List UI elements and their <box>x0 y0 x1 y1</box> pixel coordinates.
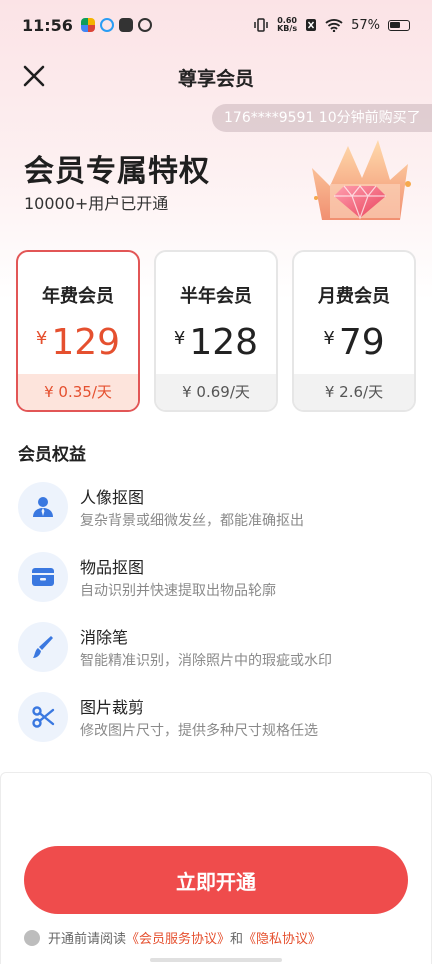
status-app-icons <box>80 18 152 32</box>
benefit-item-eraser: 消除笔 智能精准识别，消除照片中的瑕疵或水印 <box>18 620 418 676</box>
currency-symbol: ¥ <box>323 328 335 349</box>
battery-icon <box>388 19 410 31</box>
price-value: 129 <box>51 322 121 363</box>
status-right: 0.60 KB/s 57% <box>253 17 410 33</box>
benefit-item-object: 物品抠图 自动识别并快速提取出物品轮廓 <box>18 550 418 606</box>
benefit-desc: 修改图片尺寸，提供多种尺寸规格任选 <box>80 723 318 739</box>
agreement-prefix: 开通前请阅读 <box>48 932 127 947</box>
nav-bar: 尊享会员 <box>0 52 432 98</box>
agreement-checkbox[interactable] <box>24 929 40 946</box>
person-icon <box>18 482 68 532</box>
plan-card-yearly[interactable]: 年费会员 ¥129 ¥ 0.35/天 <box>16 250 140 412</box>
agreement-row: 开通前请阅读 《会员服务协议》 和 《隐私协议》 <box>24 928 321 947</box>
benefit-desc: 复杂背景或细微发丝，都能准确抠出 <box>80 513 304 529</box>
vibrate-icon <box>254 18 268 32</box>
plan-daily-price: ¥ 2.6/天 <box>294 374 414 410</box>
benefits-title: 会员权益 <box>18 445 86 465</box>
plan-card-monthly[interactable]: 月费会员 ¥79 ¥ 2.6/天 <box>292 250 416 412</box>
home-indicator <box>150 958 282 962</box>
plan-selector: 年费会员 ¥129 ¥ 0.35/天 半年会员 ¥128 ¥ 0.69/天 月费… <box>16 250 416 414</box>
benefit-name: 消除笔 <box>80 628 129 647</box>
benefit-item-portrait: 人像抠图 复杂背景或细微发丝，都能准确抠出 <box>18 480 418 536</box>
battery-percent: 57% <box>351 17 380 33</box>
plan-name: 半年会员 <box>180 286 252 307</box>
currency-symbol: ¥ <box>35 328 48 349</box>
app-notification-icon <box>137 18 152 32</box>
app-notification-icon <box>118 18 133 32</box>
benefit-item-crop: 图片裁剪 修改图片尺寸，提供多种尺寸规格任选 <box>18 690 418 746</box>
status-bar: 11:56 0.60 KB/s 57% <box>0 0 432 50</box>
currency-symbol: ¥ <box>173 328 186 349</box>
scissors-icon <box>18 692 68 742</box>
crown-diamond-icon <box>312 140 411 220</box>
plan-daily-price: ¥ 0.69/天 <box>156 374 276 410</box>
plan-price: ¥79 <box>294 322 414 363</box>
hero-subtitle: 10000+用户已开通 <box>24 194 169 213</box>
benefit-name: 人像抠图 <box>80 488 145 507</box>
agreement-middle: 和 <box>230 932 244 947</box>
plan-name: 年费会员 <box>42 286 114 307</box>
benefit-desc: 智能精准识别，消除照片中的瑕疵或水印 <box>80 653 332 669</box>
box-icon <box>18 552 68 602</box>
page-title: 尊享会员 <box>177 68 254 90</box>
net-speed-unit: KB/s <box>277 24 298 33</box>
status-time: 11:56 <box>22 15 73 35</box>
privacy-agreement-link[interactable]: 《隐私协议》 <box>243 928 321 947</box>
benefit-name: 图片裁剪 <box>80 698 145 717</box>
plan-daily-price: ¥ 0.35/天 <box>18 374 138 410</box>
hero-title: 会员专属特权 <box>24 154 210 189</box>
price-value: 128 <box>189 322 259 363</box>
plan-price: ¥128 <box>156 322 276 363</box>
plan-price: ¥129 <box>18 322 138 363</box>
wifi-icon <box>325 19 343 32</box>
sim-off-icon <box>306 19 317 31</box>
price-value: 79 <box>338 322 385 363</box>
brush-icon <box>18 622 68 672</box>
member-service-agreement-link[interactable]: 《会员服务协议》 <box>126 928 230 947</box>
net-speed: 0.60 KB/s <box>277 17 297 33</box>
benefit-desc: 自动识别并快速提取出物品轮廓 <box>80 583 276 599</box>
app-notification-icon <box>99 18 114 32</box>
benefit-name: 物品抠图 <box>80 558 145 577</box>
plan-card-halfyear[interactable]: 半年会员 ¥128 ¥ 0.69/天 <box>154 250 278 412</box>
app-notification-icon <box>80 18 95 32</box>
subscribe-button[interactable]: 立即开通 <box>24 846 408 914</box>
plan-name: 月费会员 <box>318 286 390 307</box>
